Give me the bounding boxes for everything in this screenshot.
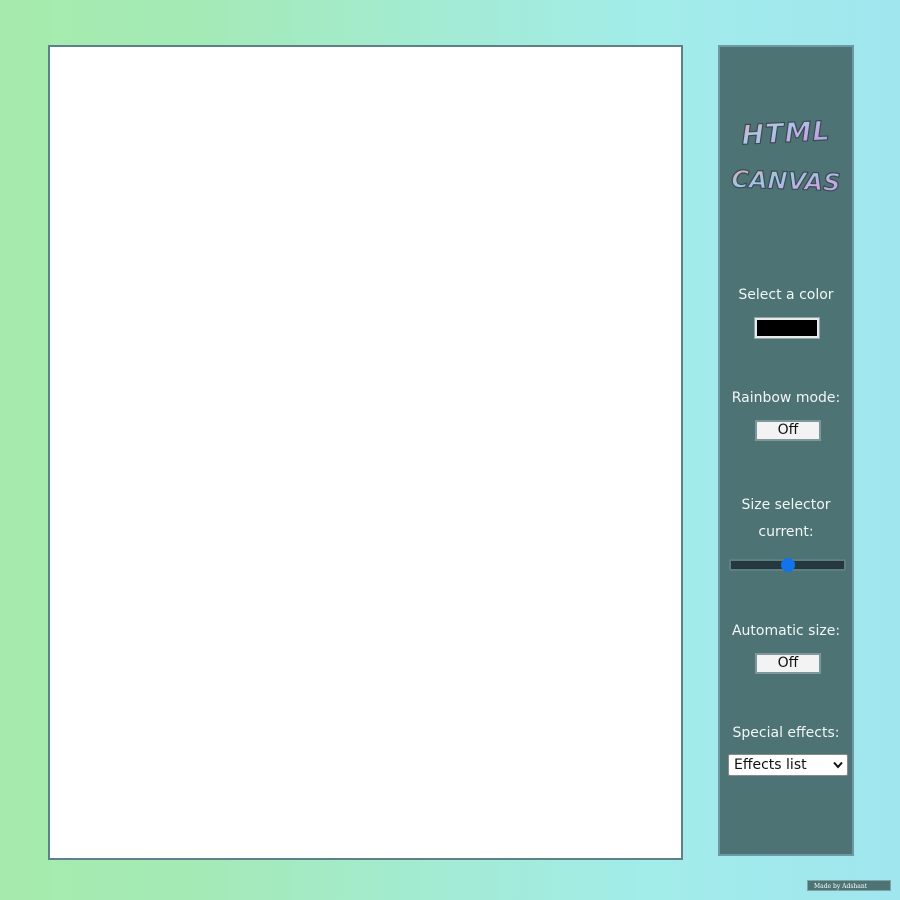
html-canvas-logo: HTML CANVAS [730,115,841,197]
control-panel: HTML CANVAS Select a color Rainbow mode:… [718,45,854,856]
auto-size-toggle[interactable]: Off [755,653,821,674]
drawing-canvas[interactable] [48,45,683,860]
size-slider[interactable] [729,558,846,572]
rainbow-mode-toggle[interactable]: Off [755,420,821,441]
color-label: Select a color [738,287,834,303]
chevron-down-icon [833,761,843,769]
logo-line1: HTML [741,116,832,152]
logo-line2: CANVAS [731,165,841,197]
credit-label: Made by Adshant [807,880,891,891]
special-effects-label: Special effects: [732,725,840,741]
auto-size-label: Automatic size: [731,623,841,639]
effects-select-value: Effects list [734,757,807,773]
size-selector-label: Size selector [741,497,831,513]
rainbow-mode-label: Rainbow mode: [731,390,841,406]
size-current-label: current: [758,524,814,540]
size-slider-thumb[interactable] [780,558,795,572]
effects-select[interactable]: Effects list [728,754,848,776]
color-picker[interactable] [754,317,820,339]
